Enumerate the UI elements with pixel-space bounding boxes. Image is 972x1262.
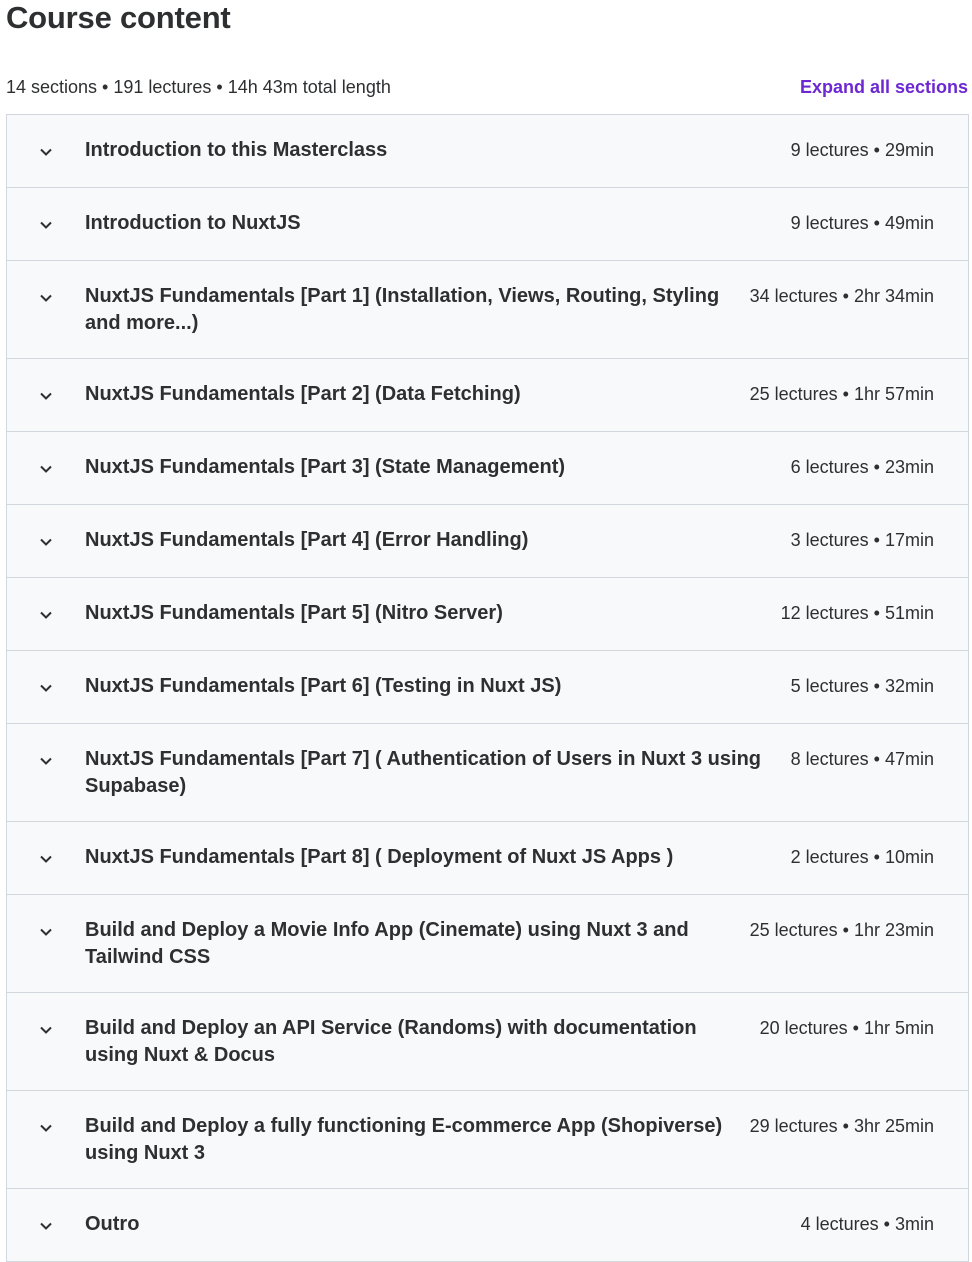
chevron-down-icon (7, 651, 85, 696)
section-meta: 4 lectures • 3min (800, 1214, 934, 1234)
section-panel[interactable]: NuxtJS Fundamentals [Part 7] ( Authentic… (7, 724, 968, 822)
page-title: Course content (6, 0, 231, 35)
section-panel[interactable]: NuxtJS Fundamentals [Part 6] (Testing in… (7, 651, 968, 724)
section-title: Build and Deploy a Movie Info App (Cinem… (85, 919, 689, 968)
section-meta: 3 lectures • 17min (790, 530, 934, 550)
section-meta: 9 lectures • 49min (790, 213, 934, 233)
section-meta: 2 lectures • 10min (790, 847, 934, 867)
section-title: Introduction to this Masterclass (85, 139, 388, 161)
section-meta: 6 lectures • 23min (790, 457, 934, 477)
chevron-down-icon (7, 359, 85, 404)
section-panel[interactable]: Introduction to this Masterclass 9 lectu… (7, 115, 968, 188)
section-title: NuxtJS Fundamentals [Part 2] (Data Fetch… (85, 383, 521, 405)
section-meta: 9 lectures • 29min (790, 140, 934, 160)
section-title: Outro (85, 1213, 140, 1235)
section-meta: 20 lectures • 1hr 5min (759, 1018, 934, 1038)
chevron-down-icon (7, 261, 85, 306)
section-meta: 34 lectures • 2hr 34min (749, 286, 934, 306)
section-panel[interactable]: Build and Deploy a fully functioning E-c… (7, 1091, 968, 1189)
section-title: NuxtJS Fundamentals [Part 6] (Testing in… (85, 675, 562, 697)
section-panel[interactable]: NuxtJS Fundamentals [Part 8] ( Deploymen… (7, 822, 968, 895)
section-panel[interactable]: NuxtJS Fundamentals [Part 5] (Nitro Serv… (7, 578, 968, 651)
sections-accordion: Introduction to this Masterclass 9 lectu… (6, 114, 969, 1262)
chevron-down-icon (7, 578, 85, 623)
section-panel[interactable]: Introduction to NuxtJS 9 lectures • 49mi… (7, 188, 968, 261)
chevron-down-icon (7, 993, 85, 1038)
chevron-down-icon (7, 895, 85, 940)
section-panel[interactable]: Build and Deploy an API Service (Randoms… (7, 993, 968, 1091)
chevron-down-icon (7, 115, 85, 160)
section-panel[interactable]: NuxtJS Fundamentals [Part 1] (Installati… (7, 261, 968, 359)
chevron-down-icon (7, 432, 85, 477)
section-panel[interactable]: NuxtJS Fundamentals [Part 4] (Error Hand… (7, 505, 968, 578)
section-title: NuxtJS Fundamentals [Part 5] (Nitro Serv… (85, 602, 503, 624)
section-title: NuxtJS Fundamentals [Part 3] (State Mana… (85, 456, 566, 478)
section-title: NuxtJS Fundamentals [Part 8] ( Deploymen… (85, 846, 674, 868)
section-title: NuxtJS Fundamentals [Part 1] (Installati… (85, 285, 720, 334)
section-title: Introduction to NuxtJS (85, 212, 301, 234)
chevron-down-icon (7, 1189, 85, 1234)
section-meta: 12 lectures • 51min (780, 603, 934, 623)
section-panel[interactable]: Build and Deploy a Movie Info App (Cinem… (7, 895, 968, 993)
section-title: NuxtJS Fundamentals [Part 7] ( Authentic… (85, 748, 762, 797)
course-summary-row: 14 sections • 191 lectures • 14h 43m tot… (6, 74, 968, 100)
section-meta: 5 lectures • 32min (790, 676, 934, 696)
section-panel[interactable]: NuxtJS Fundamentals [Part 2] (Data Fetch… (7, 359, 968, 432)
section-title: NuxtJS Fundamentals [Part 4] (Error Hand… (85, 529, 529, 551)
section-panel[interactable]: NuxtJS Fundamentals [Part 3] (State Mana… (7, 432, 968, 505)
chevron-down-icon (7, 724, 85, 769)
section-title: Build and Deploy a fully functioning E-c… (85, 1115, 723, 1164)
section-meta: 25 lectures • 1hr 23min (749, 920, 934, 940)
section-panel[interactable]: Outro 4 lectures • 3min (7, 1189, 968, 1261)
chevron-down-icon (7, 822, 85, 867)
chevron-down-icon (7, 1091, 85, 1136)
section-meta: 29 lectures • 3hr 25min (749, 1116, 934, 1136)
chevron-down-icon (7, 188, 85, 233)
section-title: Build and Deploy an API Service (Randoms… (85, 1017, 697, 1066)
expand-all-sections-button[interactable]: Expand all sections (800, 77, 968, 98)
section-meta: 25 lectures • 1hr 57min (749, 384, 934, 404)
chevron-down-icon (7, 505, 85, 550)
course-summary: 14 sections • 191 lectures • 14h 43m tot… (6, 76, 391, 97)
section-meta: 8 lectures • 47min (790, 749, 934, 769)
